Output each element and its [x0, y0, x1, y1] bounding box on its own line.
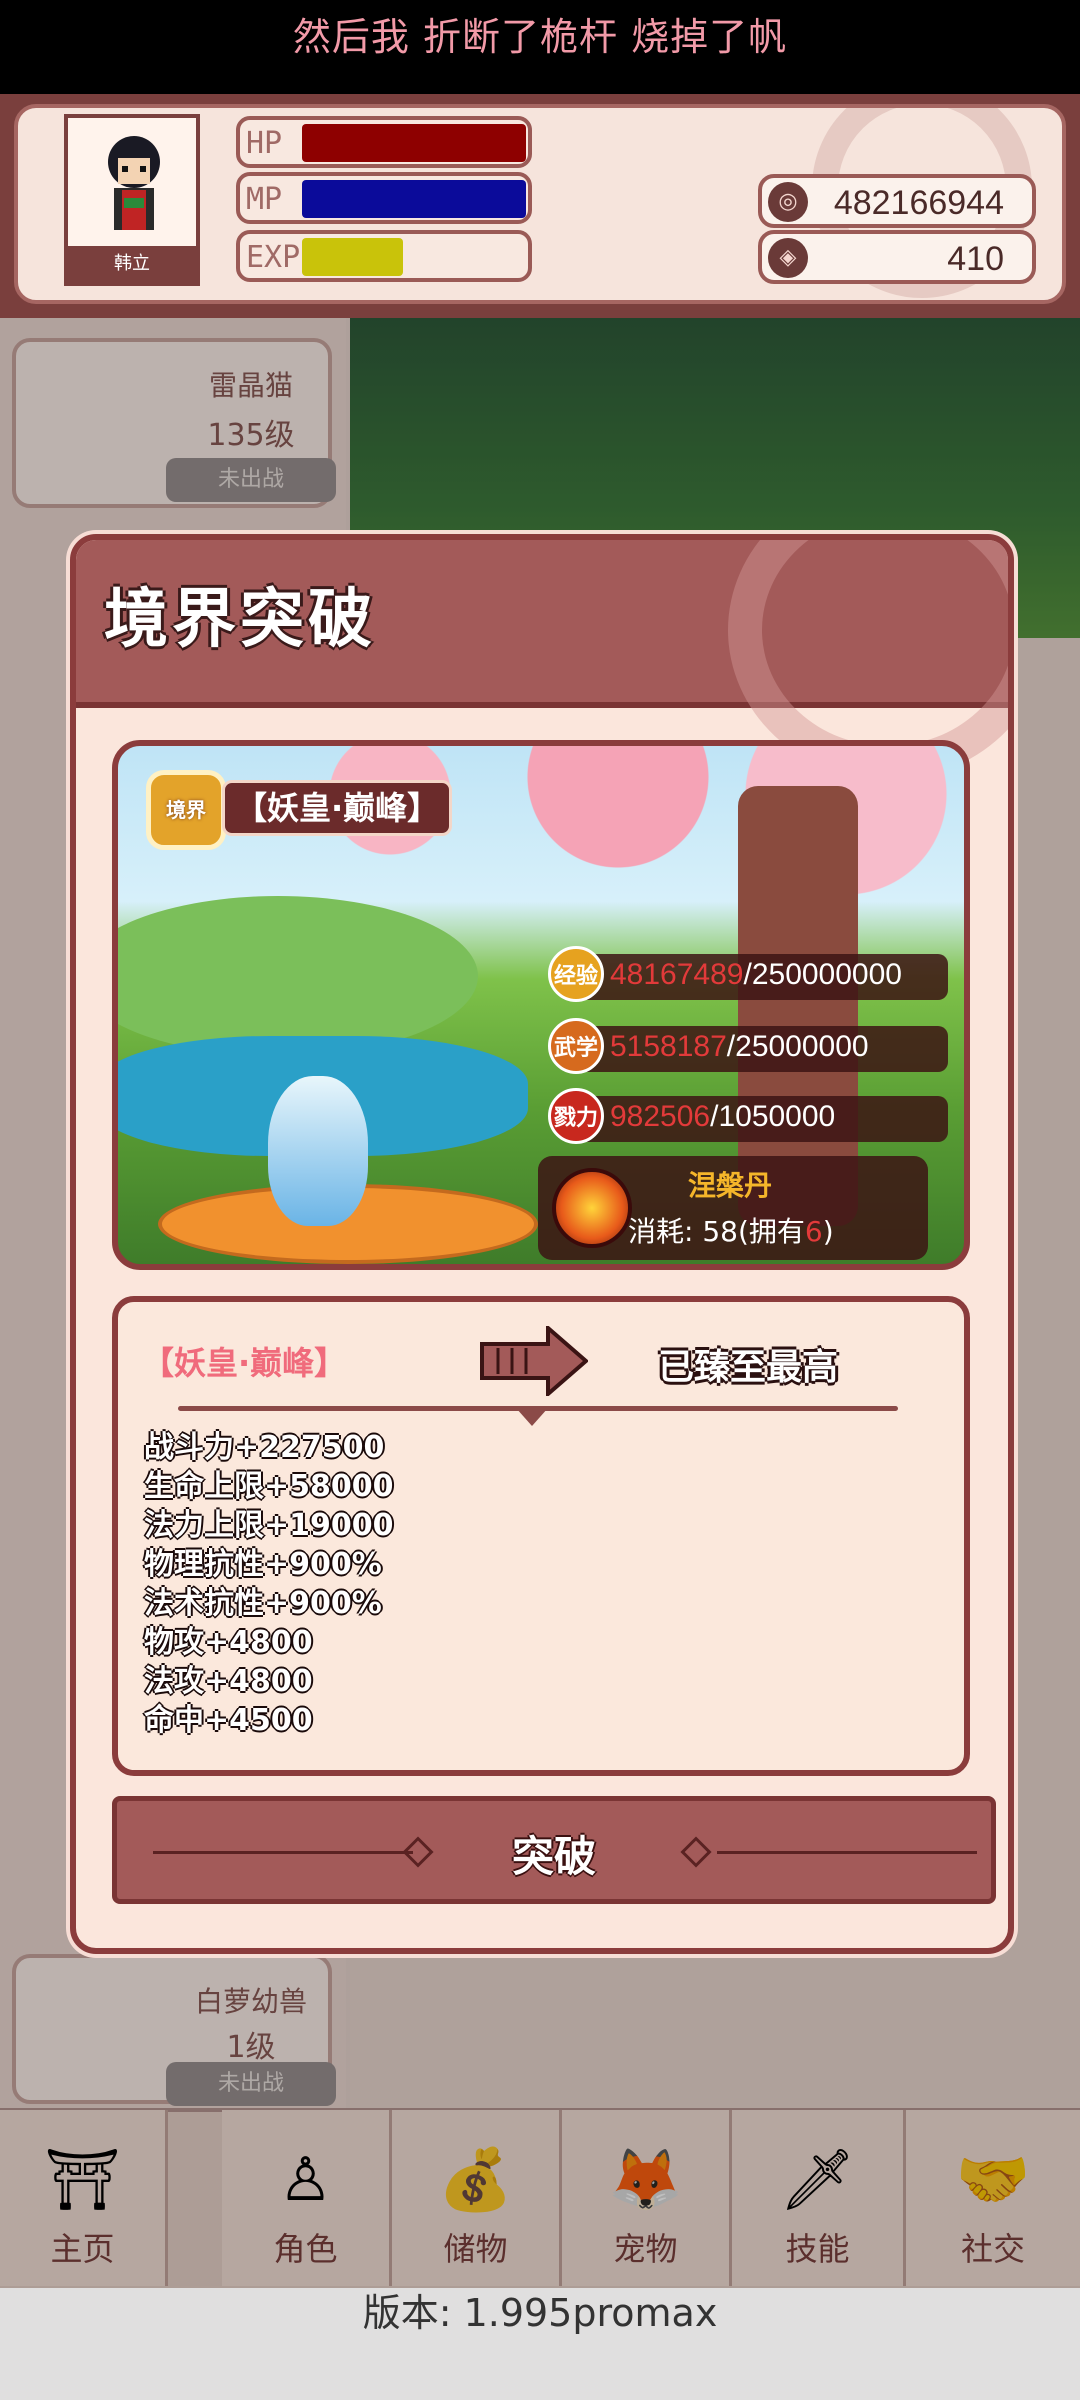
lyric-bar: 然后我 折断了桅杆 烧掉了帆	[0, 0, 1080, 94]
dialog-title: 境界突破	[104, 583, 376, 657]
arrow-right-icon	[480, 1326, 588, 1396]
realm-badge-icon: 境界	[146, 770, 226, 850]
exp-fill	[302, 238, 403, 276]
pill-owned: 6	[804, 1215, 823, 1248]
coin-icon: ◎	[768, 182, 808, 222]
hp-fill	[302, 124, 526, 162]
gem-icon: ◈	[768, 238, 808, 278]
character-portrait-icon	[108, 136, 160, 230]
lyric-text: 然后我 折断了桅杆 烧掉了帆	[292, 15, 788, 59]
bonus-item: 法攻+4800	[144, 1664, 313, 1699]
martial-icon: 武学	[548, 1018, 604, 1074]
gem-counter[interactable]: ◈ 410	[758, 230, 1036, 284]
mp-bar: MP	[236, 172, 532, 224]
pill-cost: 消耗: 58(拥有6)	[628, 1215, 834, 1248]
hp-label: HP	[246, 126, 283, 161]
mp-label: MP	[246, 182, 283, 217]
current-realm: 【妖皇·巅峰】	[222, 780, 453, 836]
realm-scene: 境界 【妖皇·巅峰】 经验 48167489/250000000 武学 5158…	[112, 740, 970, 1270]
bonus-item: 法术抗性+900%	[144, 1586, 382, 1621]
pill-name: 涅槃丹	[688, 1169, 773, 1202]
exp-bar: EXP	[236, 230, 532, 282]
gem-value: 410	[947, 240, 1004, 278]
hp-bar: HP	[236, 116, 532, 168]
slaughter-current: 982506/1050000	[610, 1100, 836, 1133]
martial-current: 5158187/25000000	[610, 1030, 869, 1063]
coin-counter[interactable]: ◎ 482166944	[758, 174, 1036, 228]
realm-breakthrough-dialog: 境界突破 境界 【妖皇·巅峰】 经验 48167489/250000000 武学…	[70, 534, 1014, 1954]
slaughter-max: /1050000	[710, 1100, 836, 1133]
bonus-item: 战斗力+227500	[144, 1430, 385, 1465]
slaughter-progress: 戮力 982506/1050000	[548, 1088, 948, 1144]
bonus-item: 命中+4500	[144, 1703, 313, 1738]
breakthrough-label: 突破	[511, 1832, 596, 1881]
from-realm: 【妖皇·巅峰】	[142, 1344, 347, 1382]
bonus-item: 生命上限+58000	[144, 1469, 394, 1504]
to-realm: 已臻至最高	[658, 1347, 839, 1388]
mp-fill	[302, 180, 526, 218]
version-text: 版本: 1.995promax	[362, 2291, 718, 2335]
coin-value: 482166944	[833, 184, 1004, 222]
experience-max: /250000000	[743, 958, 902, 991]
slaughter-icon: 戮力	[548, 1088, 604, 1144]
martial-max: /25000000	[726, 1030, 869, 1063]
breakthrough-button[interactable]: 突破	[112, 1796, 996, 1904]
exp-label: EXP	[246, 240, 301, 275]
nirvana-pill-cost: 涅槃丹 消耗: 58(拥有6)	[538, 1156, 928, 1260]
martial-progress: 武学 5158187/25000000	[548, 1018, 948, 1074]
bonus-item: 法力上限+19000	[144, 1508, 394, 1543]
hill	[118, 896, 478, 1056]
experience-progress: 经验 48167489/250000000	[548, 946, 948, 1002]
version-bar: 版本: 1.995promax	[0, 2288, 1080, 2400]
dialog-header: 境界突破	[76, 540, 1008, 780]
fire-pill-icon	[552, 1168, 632, 1248]
pet-sprite	[268, 1076, 368, 1226]
experience-icon: 经验	[548, 946, 604, 1002]
realm-info-panel: 【妖皇·巅峰】 已臻至最高 战斗力+227500 生命上限+58000 法力上限…	[112, 1296, 970, 1776]
bonus-list[interactable]: 战斗力+227500 生命上限+58000 法力上限+19000 物理抗性+90…	[144, 1422, 644, 1738]
bonus-item: 物理抗性+900%	[144, 1547, 382, 1582]
bonus-item: 物攻+4800	[144, 1625, 313, 1660]
player-name: 韩立	[68, 246, 196, 282]
avatar[interactable]: 韩立	[64, 114, 200, 286]
experience-current: 48167489/250000000	[610, 958, 902, 991]
